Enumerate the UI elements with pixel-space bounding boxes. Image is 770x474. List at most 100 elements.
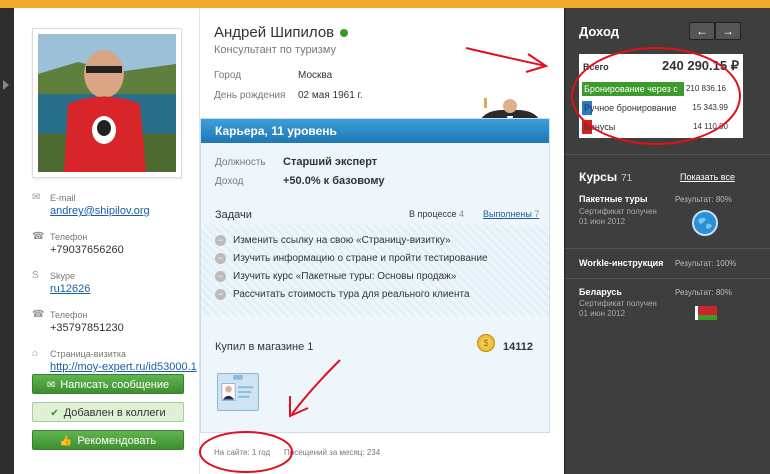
- shop-purchases: Купил в магазине 1: [215, 341, 314, 353]
- tab-in-progress[interactable]: В процессе 4: [409, 209, 464, 219]
- avatar[interactable]: [32, 28, 182, 178]
- envelope-icon: ✉: [32, 192, 41, 203]
- income-heading: Доход: [579, 24, 619, 39]
- contact-label: Телефон: [50, 310, 88, 320]
- contact-label: Страница-визитка: [50, 349, 127, 359]
- career-panel: Карьера, 11 уровень Должность Старший эк…: [200, 118, 550, 433]
- total-value: 240 290.15 ₽: [662, 58, 739, 73]
- profile-name: Андрей Шипилов: [214, 24, 349, 41]
- course-result: Результат: 80%: [675, 288, 732, 297]
- city-label: Город: [214, 70, 242, 81]
- link-icon: ⌂: [32, 348, 39, 359]
- income-row-label: Бонусы: [584, 122, 616, 132]
- tab-completed[interactable]: Выполнены 7: [483, 209, 539, 219]
- button-label: Написать сообщение: [60, 379, 170, 391]
- phone-value: +35797851230: [50, 322, 124, 334]
- contact-page: ⌂ Страница-визитка http://moy-expert.ru/…: [32, 348, 200, 374]
- contact-phone: ☎ Телефон +79037656260: [32, 231, 200, 257]
- course-date: 01 июн 2012: [579, 309, 626, 318]
- stats-sidebar: Доход ← → Всего 240 290.15 ₽ Бронировани…: [564, 8, 770, 474]
- income-value: +50.0% к базовому: [283, 175, 385, 187]
- expand-arrow-icon[interactable]: [3, 80, 9, 90]
- contact-phone-2: ☎ Телефон +35797851230: [32, 309, 200, 335]
- total-label: Всего: [583, 62, 609, 72]
- monthly-visits: Посещений за месяц: 234: [284, 448, 381, 457]
- email-link[interactable]: andrey@shipilov.org: [50, 204, 200, 218]
- write-message-button[interactable]: ✉ Написать сообщение: [32, 374, 184, 394]
- divider: [565, 278, 770, 279]
- course-result: Результат: 100%: [675, 259, 737, 268]
- minus-circle-icon: −: [215, 289, 226, 300]
- list-item[interactable]: − Изучить информацию о стране и пройти те…: [215, 251, 535, 269]
- income-row-value: 14 110.00: [693, 122, 728, 131]
- phone-value: +79037656260: [50, 244, 124, 256]
- tasks-heading: Задачи: [215, 209, 252, 221]
- business-card-link[interactable]: http://moy-expert.ru/id53000.1: [50, 360, 200, 374]
- avatar-photo: [38, 34, 176, 172]
- show-all-courses-link[interactable]: Показать все: [680, 172, 735, 182]
- added-to-colleagues-button[interactable]: ✔ Добавлен в коллеги: [32, 402, 184, 422]
- career-title: Карьера, 11 уровень: [201, 119, 549, 143]
- income-row-value: 15 343.99: [692, 103, 728, 112]
- list-item[interactable]: − Рассчитать стоимость тура для реального…: [215, 287, 535, 305]
- minus-circle-icon: −: [215, 253, 226, 264]
- income-card: Всего 240 290.15 ₽ Бронирование через с …: [579, 54, 743, 138]
- course-cert: Сертификат получен: [579, 207, 657, 216]
- globe-icon: [692, 210, 718, 236]
- income-row-bonus: Бонусы 14 110.00: [582, 120, 732, 134]
- income-row-manual: Ручное бронирование 15 343.99: [582, 101, 732, 115]
- divider: [565, 154, 770, 155]
- profile-sidebar: ✉ E-mail andrey@shipilov.org ☎ Телефон +…: [14, 8, 200, 474]
- list-item[interactable]: − Изменить ссылку на свою «Страницу-визит…: [215, 233, 535, 251]
- income-label: Доход: [215, 176, 244, 187]
- phone-icon: ☎: [32, 231, 45, 242]
- coin-icon: $: [477, 334, 495, 352]
- course-title[interactable]: Workle-инструкция: [579, 258, 663, 268]
- courses-heading: Курсы 71: [579, 170, 633, 184]
- belarus-flag-icon: [695, 306, 717, 320]
- badge-graphic: [221, 374, 254, 401]
- minus-circle-icon: −: [215, 271, 226, 282]
- profile-main: Андрей Шипилов Консультант по туризму Го…: [200, 8, 564, 474]
- course-result: Результат: 80%: [675, 195, 732, 204]
- recommend-button[interactable]: 👍 Рекомендовать: [32, 430, 184, 450]
- left-nav-strip: [0, 8, 14, 474]
- income-row-label: Ручное бронирование: [584, 103, 677, 113]
- list-item[interactable]: − Изучить курс «Пакетные туры: Основы про…: [215, 269, 535, 287]
- task-list: − Изменить ссылку на свою «Страницу-визит…: [201, 225, 549, 317]
- skype-link[interactable]: ru12626: [50, 282, 200, 296]
- income-row-label: Бронирование через с: [584, 84, 678, 94]
- skype-icon: S: [32, 270, 39, 281]
- contacts-list: ✉ E-mail andrey@shipilov.org ☎ Телефон +…: [32, 192, 200, 387]
- online-status-icon: [340, 29, 349, 38]
- prev-period-button[interactable]: ←: [689, 22, 715, 40]
- course-title[interactable]: Пакетные туры: [579, 194, 648, 204]
- thumbs-up-icon: 👍: [59, 436, 73, 447]
- course-cert: Сертификат получен: [579, 299, 657, 308]
- contact-label: E-mail: [50, 193, 76, 203]
- id-badge-icon[interactable]: [217, 373, 259, 411]
- profile-role: Консультант по туризму: [214, 44, 337, 56]
- contact-label: Телефон: [50, 232, 88, 242]
- on-site-duration: На сайте: 1 год: [214, 448, 271, 457]
- contact-label: Skype: [50, 271, 76, 281]
- phone-icon: ☎: [32, 309, 45, 320]
- city-value: Москва: [298, 70, 333, 81]
- envelope-icon: ✉: [46, 380, 56, 391]
- check-icon: ✔: [50, 408, 59, 419]
- position-label: Должность: [215, 157, 266, 168]
- divider: [565, 248, 770, 249]
- button-label: Добавлен в коллеги: [63, 407, 166, 419]
- income-row-value: 210 836.16: [683, 82, 728, 96]
- course-title[interactable]: Беларусь: [579, 287, 622, 297]
- birthday-label: День рождения: [214, 90, 286, 101]
- income-row-online: Бронирование через с 210 836.16: [582, 82, 732, 96]
- course-date: 01 июн 2012: [579, 217, 626, 226]
- position-value: Старший эксперт: [283, 156, 378, 168]
- coins-value: 14112: [503, 341, 533, 353]
- button-label: Рекомендовать: [77, 435, 157, 447]
- next-period-button[interactable]: →: [715, 22, 741, 40]
- contact-email: ✉ E-mail andrey@shipilov.org: [32, 192, 200, 218]
- contact-skype: S Skype ru12626: [32, 270, 200, 296]
- birthday-value: 02 мая 1961 г.: [298, 90, 363, 101]
